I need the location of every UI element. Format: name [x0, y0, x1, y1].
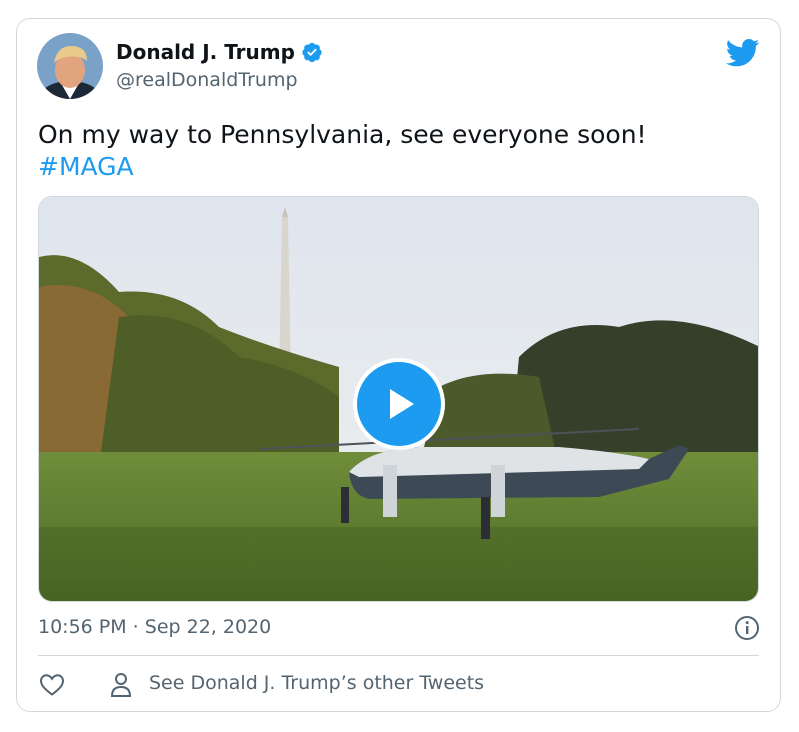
twitter-bird-icon[interactable]	[726, 39, 760, 67]
see-other-tweets-link[interactable]: See Donald J. Trump’s other Tweets	[149, 672, 484, 694]
author-handle[interactable]: @realDonaldTrump	[116, 69, 298, 91]
heart-icon[interactable]	[39, 673, 65, 697]
play-button[interactable]	[353, 358, 445, 450]
hashtag-link[interactable]: #MAGA	[38, 151, 647, 183]
video-media[interactable]	[38, 196, 759, 602]
verified-badge-icon	[302, 42, 322, 63]
play-icon	[390, 389, 414, 419]
tweet-card[interactable]: Donald J. Trump @realDonaldTrump On my w…	[16, 18, 781, 712]
info-icon[interactable]	[734, 615, 760, 641]
tweet-text: On my way to Pennsylvania, see everyone …	[38, 119, 647, 183]
divider	[38, 655, 759, 656]
profile-avatar[interactable]	[37, 33, 103, 99]
tweet-body: On my way to Pennsylvania, see everyone …	[38, 120, 647, 149]
avatar-image	[37, 33, 103, 99]
tweet-timestamp[interactable]: 10:56 PM · Sep 22, 2020	[38, 616, 271, 638]
author-name[interactable]: Donald J. Trump	[116, 40, 295, 64]
person-icon	[110, 673, 132, 697]
